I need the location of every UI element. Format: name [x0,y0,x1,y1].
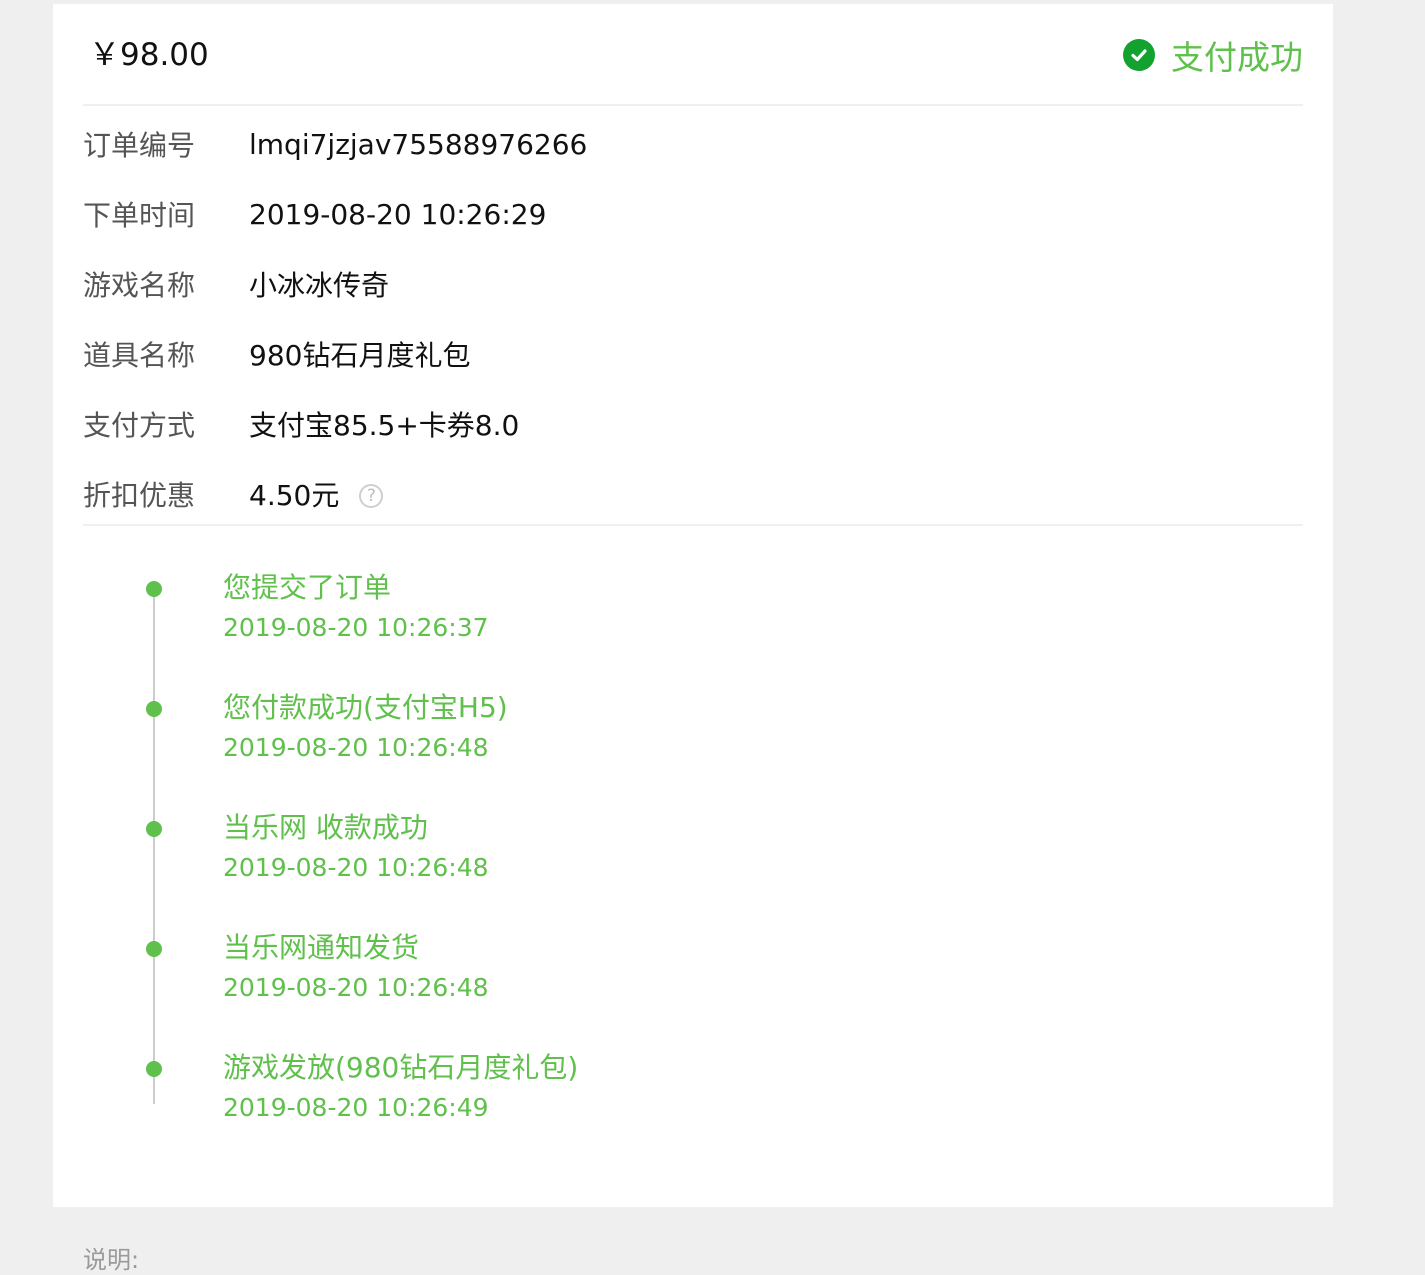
timeline-dot [146,581,162,597]
detail-label: 下单时间 [83,199,196,232]
detail-value: 支付宝85.5+卡券8.0 [249,409,520,442]
payment-status: 支付成功 [1123,34,1303,77]
timeline-title: 游戏发放(980钻石月度礼包) [223,1051,579,1084]
detail-value-wrapper: 4.50元 ? [249,474,384,514]
detail-row-order-time: 下单时间 2019-08-20 10:26:29 [83,192,546,236]
timeline-title: 您付款成功(支付宝H5) [223,691,508,724]
timeline-title: 您提交了订单 [223,571,392,604]
detail-row-game-name: 游戏名称 小冰冰传奇 [83,262,389,306]
timeline-time: 2019-08-20 10:26:37 [223,613,489,642]
order-amount: ￥98.00 [89,37,209,73]
timeline-time: 2019-08-20 10:26:48 [223,733,489,762]
timeline-item: 您付款成功(支付宝H5) 2019-08-20 10:26:48 [53,646,953,762]
timeline-item: 当乐网 收款成功 2019-08-20 10:26:48 [53,766,953,882]
order-card: ￥98.00 支付成功 订单编号 lmqi7jzjav75588976266 下… [53,4,1333,1207]
timeline-dot [146,821,162,837]
detail-value: 2019-08-20 10:26:29 [249,197,547,231]
timeline-dot [146,941,162,957]
timeline-item: 您提交了订单 2019-08-20 10:26:37 [53,526,953,642]
order-timeline: 您提交了订单 2019-08-20 10:26:37 您付款成功(支付宝H5) … [53,526,1333,1146]
note-label: 说明: [83,1246,140,1274]
detail-value: 980钻石月度礼包 [249,339,471,372]
detail-value: lmqi7jzjav75588976266 [249,127,588,161]
detail-row-item-name: 道具名称 980钻石月度礼包 [83,332,470,376]
detail-label: 支付方式 [83,409,196,442]
detail-label: 订单编号 [83,129,196,162]
check-circle-icon [1123,39,1155,71]
question-icon[interactable]: ? [359,484,384,508]
detail-label: 折扣优惠 [83,479,196,512]
payment-status-text: 支付成功 [1171,38,1303,77]
order-header: ￥98.00 支付成功 [83,4,1303,106]
timeline-dot [146,701,162,717]
detail-label: 游戏名称 [83,269,196,302]
timeline-time: 2019-08-20 10:26:49 [223,1093,489,1122]
timeline-time: 2019-08-20 10:26:48 [223,853,489,882]
detail-value: 小冰冰传奇 [249,269,390,302]
timeline-dot [146,1061,162,1077]
timeline-item: 游戏发放(980钻石月度礼包) 2019-08-20 10:26:49 [53,1006,953,1122]
detail-label: 道具名称 [83,339,196,372]
discount-value: 4.50元 [249,479,340,512]
order-details: 订单编号 lmqi7jzjav75588976266 下单时间 2019-08-… [83,106,1303,526]
detail-row-discount: 折扣优惠 4.50元 ? [83,472,384,516]
detail-row-order-number: 订单编号 lmqi7jzjav75588976266 [83,122,587,166]
timeline-time: 2019-08-20 10:26:48 [223,973,489,1002]
timeline-title: 当乐网 收款成功 [223,811,428,844]
detail-row-payment-method: 支付方式 支付宝85.5+卡券8.0 [83,402,519,446]
timeline-item: 当乐网通知发货 2019-08-20 10:26:48 [53,886,953,1002]
timeline-title: 当乐网通知发货 [223,931,420,964]
